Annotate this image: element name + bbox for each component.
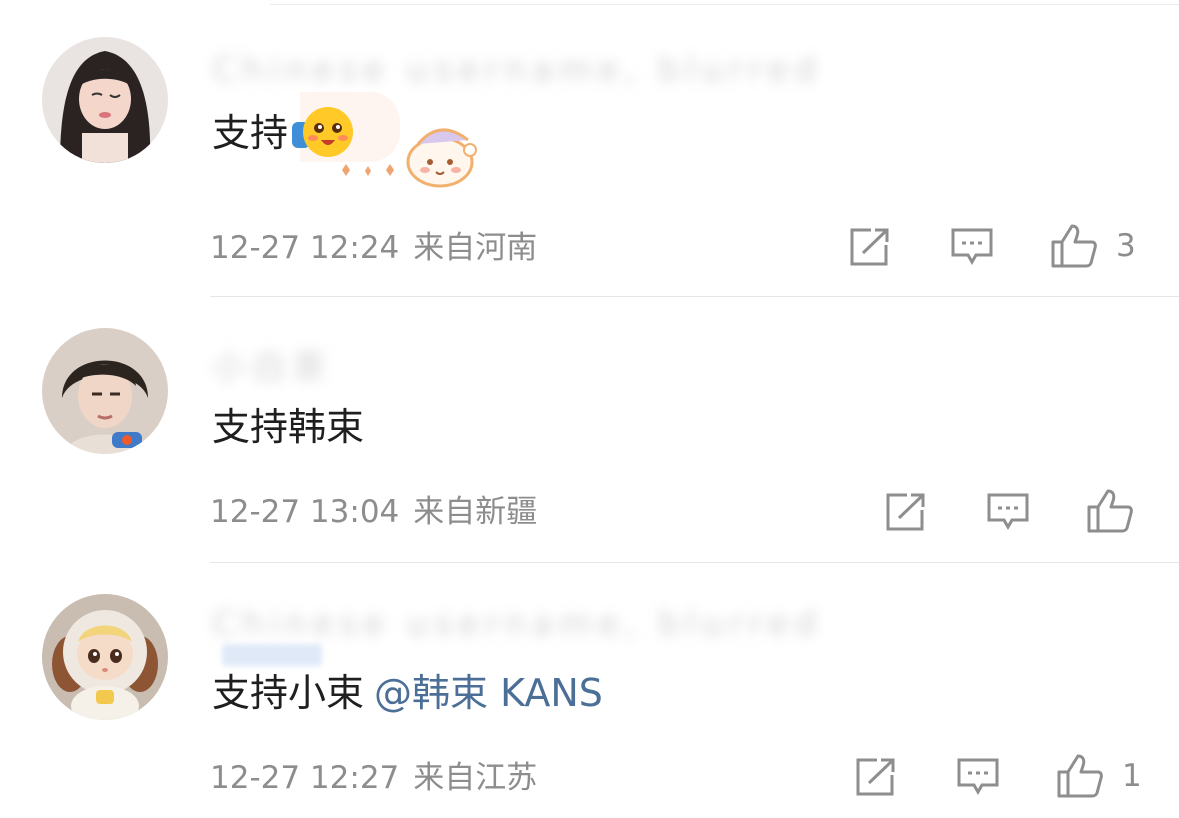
like-count: 3 (1116, 228, 1136, 264)
username[interactable]: Chinese username, blurred (212, 50, 816, 90)
thumbs-up-icon (1050, 223, 1098, 269)
share-button[interactable] (885, 492, 927, 532)
location: 来自江苏 (413, 760, 538, 796)
share-button[interactable] (855, 757, 897, 797)
thumbs-up-icon (1056, 753, 1104, 799)
location: 来自新疆 (413, 494, 538, 530)
share-icon (885, 492, 927, 532)
like-count: 1 (1122, 758, 1142, 794)
location: 来自河南 (413, 230, 538, 266)
thumbs-up-icon (1086, 488, 1134, 534)
avatar[interactable] (42, 328, 168, 454)
comment-divider (210, 296, 1179, 297)
share-icon (855, 757, 897, 797)
timestamp: 12-27 12:24 (210, 230, 400, 266)
avatar[interactable] (42, 594, 168, 720)
like-button[interactable] (1086, 488, 1152, 534)
comment-text: 支持 (212, 107, 358, 157)
reply-button[interactable] (950, 227, 994, 267)
reply-button[interactable] (986, 492, 1030, 532)
like-button[interactable]: 1 (1056, 753, 1142, 799)
comment-divider (210, 562, 1179, 563)
reply-icon (956, 757, 1000, 797)
share-icon (849, 227, 891, 267)
avatar[interactable] (42, 37, 168, 163)
comment-meta: 12-27 12:24 来自河南 (210, 230, 537, 266)
mention-link[interactable]: @韩束 KANS (374, 671, 603, 715)
user-badge (222, 644, 322, 666)
comment-meta: 12-27 12:27 来自江苏 (210, 760, 537, 796)
reply-button[interactable] (956, 757, 1000, 797)
timestamp: 12-27 12:27 (210, 760, 400, 796)
blushing-emoji-icon (288, 107, 358, 157)
reply-icon (986, 492, 1030, 532)
like-button[interactable]: 3 (1050, 223, 1136, 269)
comment-meta: 12-27 13:04 来自新疆 (210, 494, 537, 530)
comment-text: 支持小束 @韩束 KANS (212, 671, 603, 715)
share-button[interactable] (849, 227, 891, 267)
comment-text: 支持韩束 (212, 405, 365, 449)
top-divider (270, 4, 1179, 5)
timestamp: 12-27 13:04 (210, 494, 400, 530)
reply-icon (950, 227, 994, 267)
username[interactable]: Chinese username, blurred (212, 604, 816, 666)
username[interactable]: 小白茶 (212, 340, 532, 388)
